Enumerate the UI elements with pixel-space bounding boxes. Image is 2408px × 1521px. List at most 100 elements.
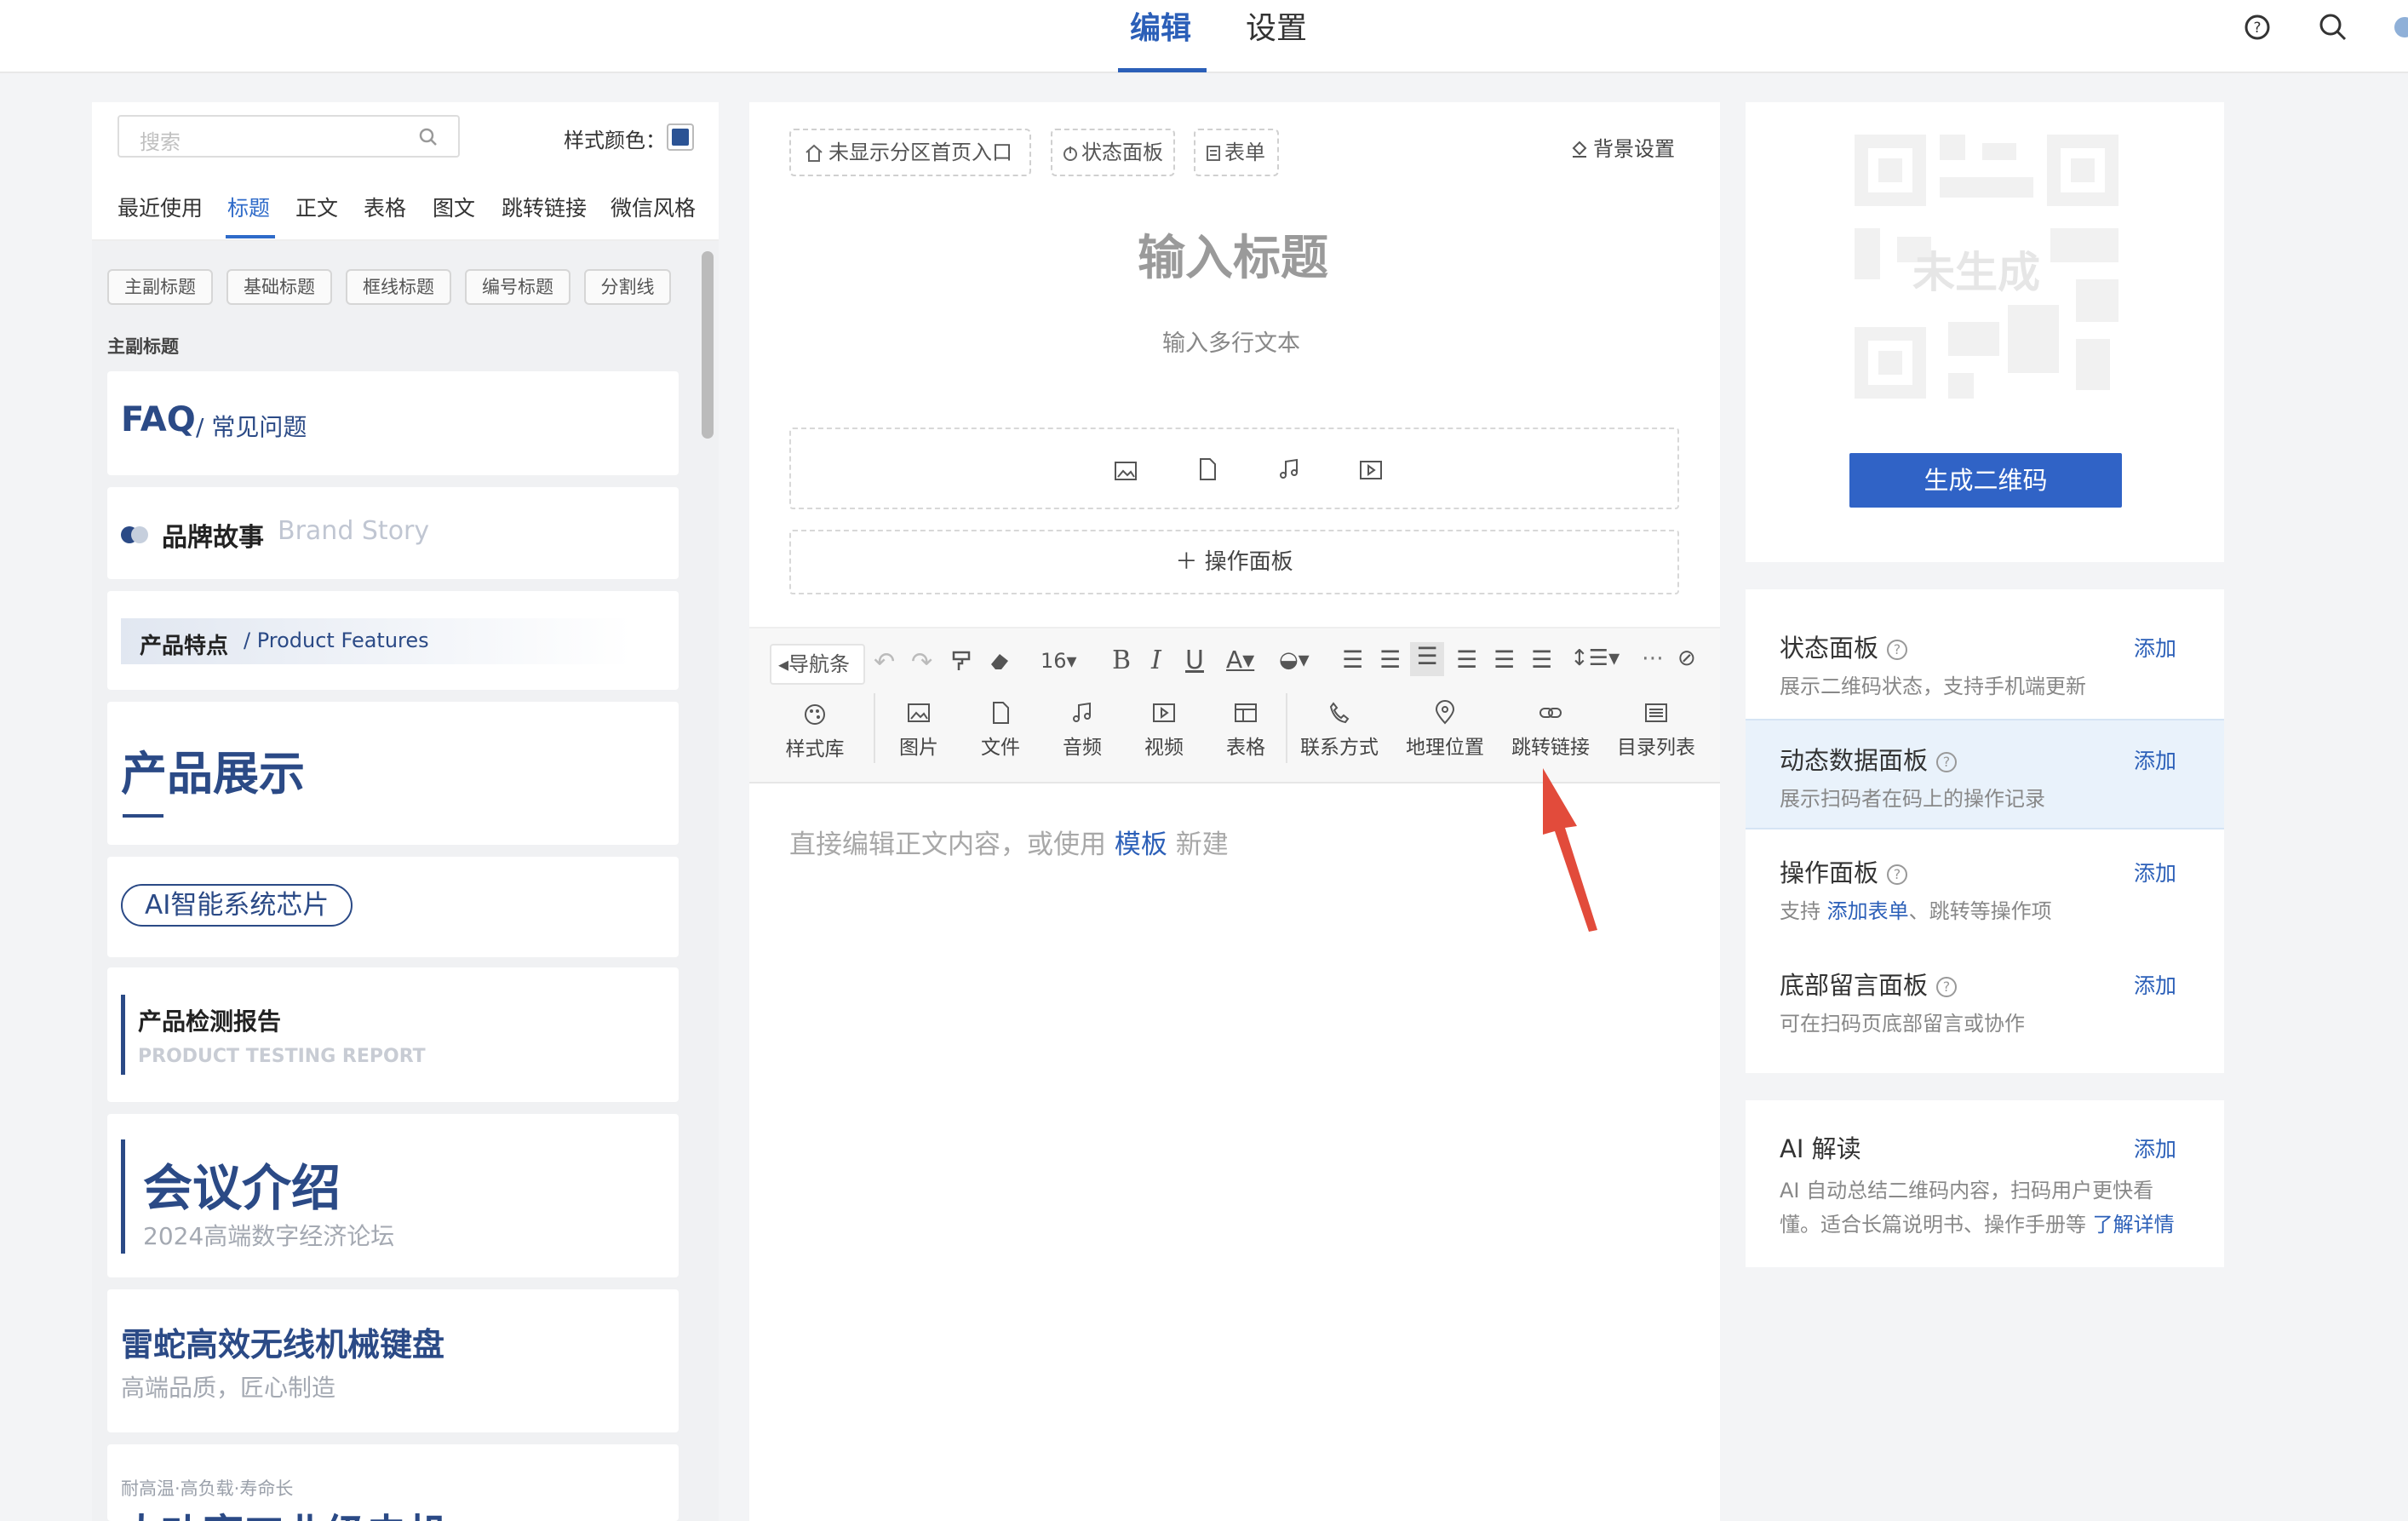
category-body[interactable]: 正文: [295, 194, 338, 223]
operation-panel-title: 操作面板?: [1780, 853, 1908, 889]
add-operation-panel-button[interactable]: ＋ 操作面板: [789, 530, 1679, 594]
template-motor[interactable]: 耐高温·高负载·寿命长 大功率工业级电机: [107, 1444, 679, 1521]
image-icon[interactable]: [1113, 458, 1138, 484]
active-tab-indicator: [1118, 68, 1207, 72]
operation-panel-title-text: 操作面板: [1780, 858, 1879, 887]
tab-edit[interactable]: 编辑: [1130, 5, 1191, 53]
bottom-comment-add-link[interactable]: 添加: [2134, 969, 2176, 1000]
insert-toc-button[interactable]: 目录列表: [1609, 700, 1703, 760]
template-meeting-intro[interactable]: 会议介绍 2024高端数字经济论坛: [107, 1114, 679, 1277]
add-form-link[interactable]: 添加表单: [1827, 899, 1909, 923]
template-scrollbar-thumb[interactable]: [702, 251, 714, 439]
insert-contact-button[interactable]: 联系方式: [1293, 700, 1386, 760]
style-library-button[interactable]: 样式库: [777, 702, 853, 761]
chip-frame-title[interactable]: 框线标题: [346, 269, 451, 305]
align-center-icon[interactable]: ☰: [1456, 646, 1477, 674]
format-painter-icon[interactable]: [950, 649, 974, 673]
operation-panel-add-link[interactable]: 添加: [2134, 857, 2176, 887]
help-icon[interactable]: ?: [1936, 977, 1958, 997]
file-icon[interactable]: [1195, 456, 1220, 482]
op-desc-pre: 支持: [1780, 899, 1820, 923]
category-recent[interactable]: 最近使用: [118, 194, 203, 223]
template-ai-chip[interactable]: AI智能系统芯片: [107, 857, 679, 957]
insert-audio-button[interactable]: 音频: [1044, 700, 1121, 760]
chip-numbered-title[interactable]: 编号标题: [465, 269, 570, 305]
template-faq[interactable]: FAQ / 常见问题: [107, 371, 679, 475]
template-testing-report[interactable]: 产品检测报告 PRODUCT TESTING REPORT: [107, 967, 679, 1102]
insert-file-button[interactable]: 文件: [962, 700, 1039, 760]
generate-qr-button[interactable]: 生成二维码: [1849, 453, 2122, 508]
help-icon[interactable]: ?: [1936, 752, 1958, 772]
help-icon[interactable]: ?: [1887, 640, 1908, 660]
body-hint-post: 新建: [1175, 829, 1229, 860]
category-wechat-style[interactable]: 微信风格: [611, 194, 696, 223]
template-product-showcase[interactable]: 产品展示: [107, 702, 679, 845]
form-button[interactable]: 表单: [1194, 129, 1279, 176]
align-right-icon[interactable]: ☰: [1494, 646, 1515, 674]
background-settings-label: 背景设置: [1593, 137, 1675, 161]
learn-more-link[interactable]: 了解详情: [2093, 1213, 2175, 1237]
align-left-icon[interactable]: ☰: [1410, 642, 1444, 676]
section-home-entry-button[interactable]: 未显示分区首页入口: [789, 129, 1031, 176]
section-home-entry-label: 未显示分区首页入口: [828, 141, 1012, 164]
category-image-text[interactable]: 图文: [433, 194, 475, 223]
chip-main-subtitle[interactable]: 主副标题: [107, 269, 213, 305]
video-icon[interactable]: [1358, 457, 1384, 483]
template-keyboard[interactable]: 雷蛇高效无线机械键盘 高端品质，匠心制造: [107, 1289, 679, 1432]
annotation-arrow: [1543, 768, 1597, 932]
bottom-comment-option: 底部留言面板? 添加 可在扫码页底部留言或协作: [1746, 954, 2224, 1046]
dynamic-data-add-link[interactable]: 添加: [2134, 744, 2176, 775]
style-color-swatch[interactable]: [667, 123, 694, 151]
help-icon[interactable]: ?: [2239, 9, 2276, 46]
multiline-text-input[interactable]: 输入多行文本: [1162, 324, 1300, 358]
template-search-input[interactable]: 搜索: [118, 115, 460, 158]
nav-bar-button[interactable]: ◂导航条: [770, 644, 865, 685]
bullet-list-icon[interactable]: ☰: [1379, 646, 1401, 674]
body-editor[interactable]: 直接编辑正文内容，或使用 模板 新建: [789, 823, 1229, 861]
highlight-icon[interactable]: ◒▾: [1279, 647, 1310, 673]
background-settings-button[interactable]: 背景设置: [1569, 132, 1675, 162]
bold-icon[interactable]: B: [1112, 646, 1131, 675]
ordered-list-icon[interactable]: ☰: [1342, 646, 1363, 674]
italic-icon[interactable]: I: [1151, 646, 1161, 675]
search-icon[interactable]: [2314, 9, 2352, 46]
insert-audio-label: 音频: [1063, 737, 1102, 759]
chip-basic-title[interactable]: 基础标题: [226, 269, 332, 305]
justify-icon[interactable]: ☰: [1531, 646, 1552, 674]
status-panel-title-text: 状态面板: [1780, 634, 1879, 663]
eraser-icon[interactable]: [988, 649, 1012, 673]
category-heading[interactable]: 标题: [227, 194, 270, 223]
insert-location-button[interactable]: 地理位置: [1398, 700, 1492, 760]
status-panel-desc: 展示二维码状态，支持手机端更新: [1780, 674, 2086, 698]
link-icon[interactable]: ⊘: [1677, 646, 1696, 671]
chip-divider[interactable]: 分割线: [584, 269, 671, 305]
category-jump-link[interactable]: 跳转链接: [502, 194, 587, 223]
font-size-select[interactable]: 16▾: [1041, 649, 1077, 673]
user-avatar-icon[interactable]: [2384, 9, 2408, 46]
form-label: 表单: [1224, 141, 1265, 164]
divider-icon[interactable]: ⋯: [1642, 646, 1664, 671]
template-product-features[interactable]: 产品特点 / Product Features: [107, 591, 679, 690]
insert-video-button[interactable]: 视频: [1126, 700, 1202, 760]
redo-icon[interactable]: ↷: [911, 647, 932, 677]
font-color-icon[interactable]: A▾: [1226, 646, 1254, 674]
underline-icon[interactable]: U: [1185, 646, 1204, 675]
insert-table-button[interactable]: 表格: [1207, 700, 1284, 760]
template-brand-story[interactable]: 品牌故事 Brand Story: [107, 487, 679, 579]
status-panel-add-link[interactable]: 添加: [2134, 632, 2176, 663]
category-table[interactable]: 表格: [364, 194, 406, 223]
undo-icon[interactable]: ↶: [874, 647, 895, 677]
insert-toc-label: 目录列表: [1617, 737, 1695, 759]
music-icon[interactable]: [1276, 456, 1302, 482]
ai-add-link[interactable]: 添加: [2134, 1133, 2176, 1163]
title-input[interactable]: 输入标题: [1138, 220, 1328, 289]
list-icon: [1645, 703, 1667, 722]
tab-settings[interactable]: 设置: [1246, 5, 1307, 53]
line-height-icon[interactable]: ↕☰▾: [1570, 646, 1620, 671]
status-panel-button[interactable]: 状态面板: [1051, 129, 1175, 176]
dynamic-data-desc: 展示扫码者在码上的操作记录: [1780, 787, 2045, 811]
insert-image-button[interactable]: 图片: [880, 700, 957, 760]
template-link[interactable]: 模板: [1115, 829, 1167, 860]
category-active-indicator: [226, 235, 275, 238]
help-icon[interactable]: ?: [1887, 864, 1908, 885]
